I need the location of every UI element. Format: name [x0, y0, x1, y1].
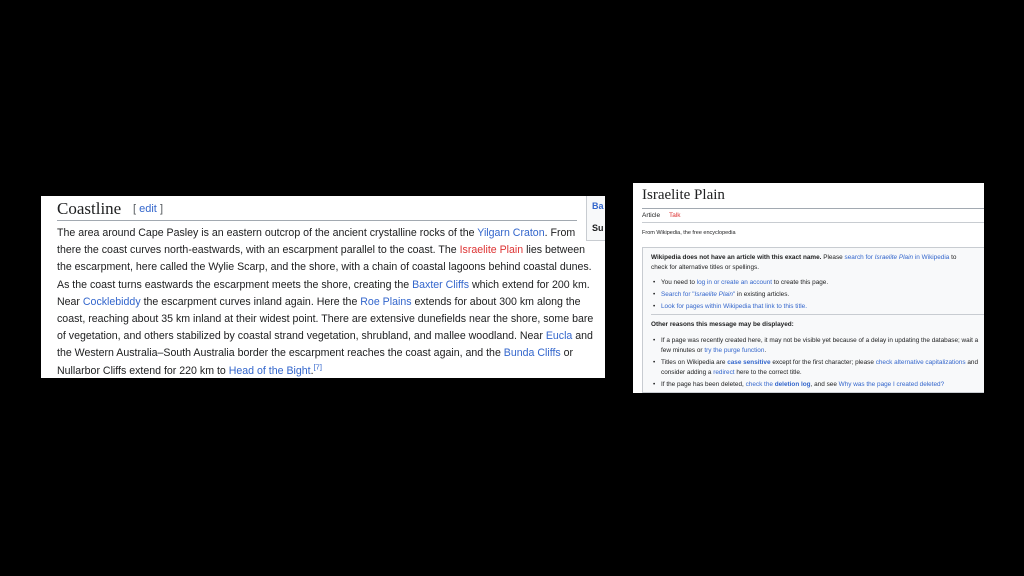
list-item: You need to log in or create an account …: [651, 278, 981, 288]
text: in Wikipedia: [913, 254, 950, 261]
side-box: Ba Su: [586, 196, 605, 241]
coastline-article-panel: Coastline [ edit ] The area around Cape …: [41, 196, 605, 378]
notice-divider: [651, 314, 984, 315]
coastline-paragraph: The area around Cape Pasley is an easter…: [57, 225, 597, 378]
search-wikipedia-link[interactable]: search for Israelite Plain in Wikipedia: [845, 254, 950, 261]
text: deletion log: [774, 381, 811, 388]
side-label: Su: [592, 223, 604, 233]
edit-section: [ edit ]: [133, 203, 163, 215]
notice-list: You need to log in or create an account …: [651, 278, 981, 314]
tabs-divider: [642, 222, 984, 223]
text: You need to: [661, 279, 697, 286]
page-title: Israelite Plain: [642, 187, 725, 203]
text: Titles on Wikipedia are: [661, 359, 728, 366]
text: search for: [844, 254, 875, 261]
redirect-link[interactable]: redirect: [713, 369, 734, 376]
text: If the page has been deleted,: [661, 381, 746, 388]
text: Search for ": [661, 291, 695, 298]
text: The area around Cape Pasley is an easter…: [57, 227, 478, 239]
link-cocklebiddy[interactable]: Cocklebiddy: [83, 296, 141, 308]
tab-talk[interactable]: Talk: [669, 212, 681, 219]
notice-text: Wikipedia does not have an article with …: [651, 253, 961, 273]
site-subtitle: From Wikipedia, the free encyclopedia: [642, 230, 736, 236]
other-reasons-heading: Other reasons this message may be displa…: [651, 321, 794, 328]
purge-function-link[interactable]: try the purge function: [704, 347, 764, 354]
text: Israelite Plain: [874, 254, 914, 261]
list-item: Titles on Wikipedia are case sensitive e…: [651, 358, 981, 378]
deletion-log-link[interactable]: check the deletion log: [746, 381, 811, 388]
list-item: Search for "Israelite Plain" in existing…: [651, 290, 981, 300]
section-heading: Coastline: [57, 199, 122, 218]
notice-bold: Wikipedia does not have an article with …: [651, 254, 822, 261]
list-item: Look for pages within Wikipedia that lin…: [651, 302, 981, 312]
link-roe-plains[interactable]: Roe Plains: [360, 296, 411, 308]
link-israelite-plain[interactable]: Israelite Plain: [460, 244, 524, 256]
search-existing-articles-link[interactable]: Search for "Israelite Plain": [661, 291, 735, 298]
text: .: [764, 347, 767, 354]
link-head-of-the-bight[interactable]: Head of the Bight: [229, 365, 311, 377]
edit-link[interactable]: edit: [139, 203, 157, 215]
what-links-here-link[interactable]: Look for pages within Wikipedia that lin…: [661, 303, 807, 310]
text: , and see: [810, 381, 839, 388]
link-bunda-cliffs[interactable]: Bunda Cliffs: [504, 347, 561, 359]
why-deleted-link[interactable]: Why was the page I created deleted?: [839, 381, 945, 388]
text: Israelite Plain: [694, 291, 733, 298]
text: except for the first character; please: [770, 359, 876, 366]
list-item: If a page was recently created here, it …: [651, 336, 981, 356]
section-header: Coastline [ edit ]: [57, 198, 577, 221]
text: the escarpment curves inland again. Here…: [140, 295, 361, 308]
other-reasons-list: If a page was recently created here, it …: [651, 336, 981, 392]
text: to create this page.: [772, 279, 829, 286]
reference-7[interactable]: [7]: [314, 362, 322, 371]
text: in existing articles.: [735, 291, 790, 298]
text: Please: [821, 254, 845, 261]
list-item: If the page has been deleted, check the …: [651, 380, 981, 390]
link-yilgarn-craton[interactable]: Yilgarn Craton: [477, 227, 544, 239]
missing-article-panel: Israelite Plain Article Talk From Wikipe…: [633, 183, 984, 393]
title-divider: [642, 208, 984, 209]
login-create-account-link[interactable]: log in or create an account: [697, 279, 772, 286]
check-capitalizations-link[interactable]: check alternative capitalizations: [876, 359, 966, 366]
edit-bracket-open: [: [133, 203, 137, 215]
side-link[interactable]: Ba: [592, 201, 604, 211]
no-article-notice: Wikipedia does not have an article with …: [642, 247, 984, 393]
text: here to the correct title.: [734, 369, 802, 376]
text: check the: [745, 381, 775, 388]
link-baxter-cliffs[interactable]: Baxter Cliffs: [412, 279, 469, 291]
case-sensitive-link[interactable]: case sensitive: [727, 359, 770, 366]
link-eucla[interactable]: Eucla: [546, 330, 573, 342]
edit-bracket-close: ]: [159, 203, 163, 215]
